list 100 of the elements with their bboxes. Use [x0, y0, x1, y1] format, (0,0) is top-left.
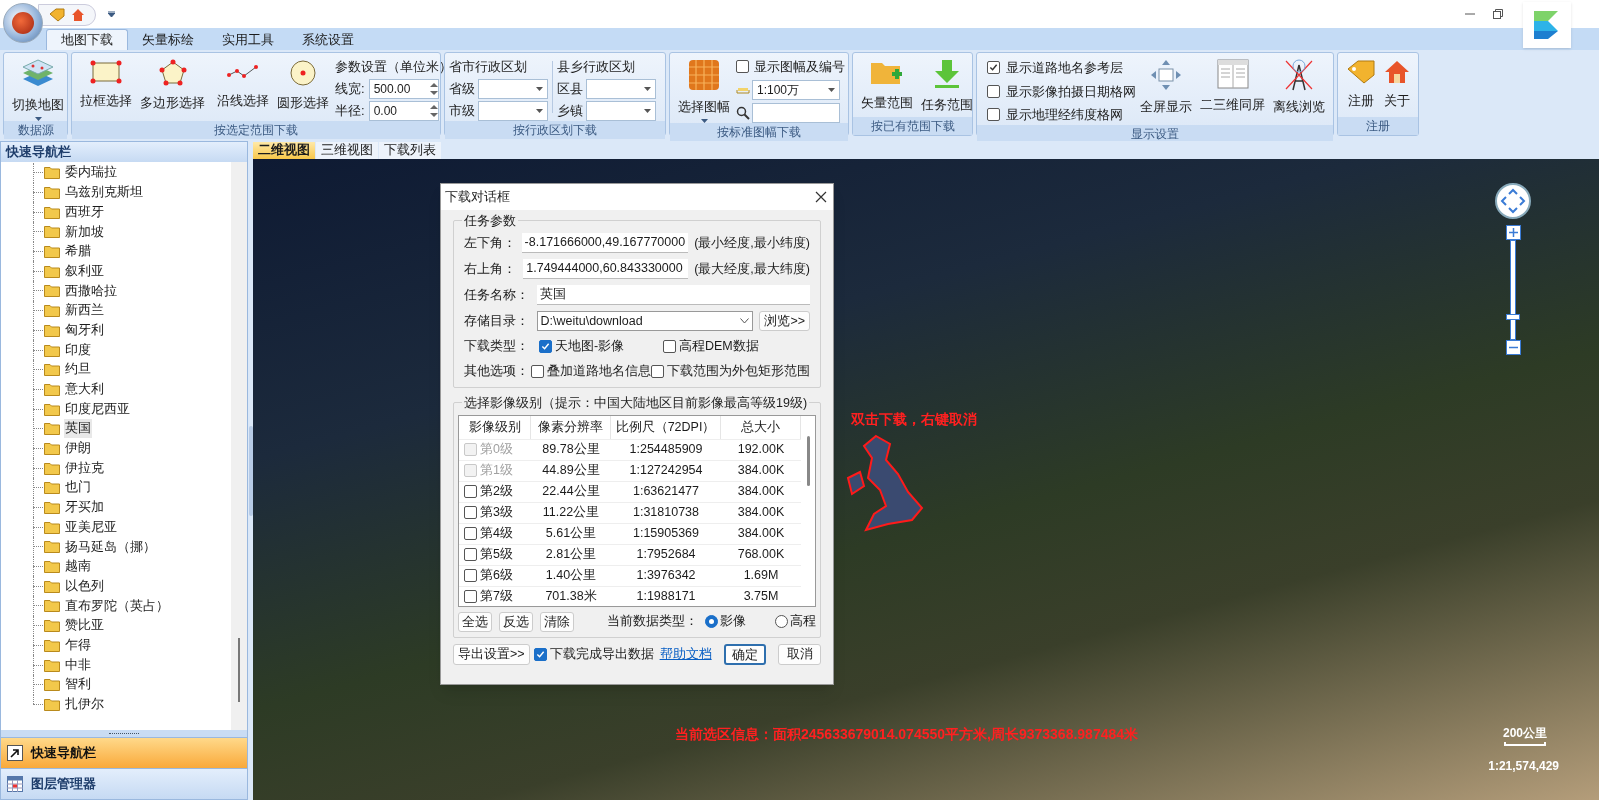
checkbox[interactable]: [531, 364, 544, 378]
spin-field[interactable]: 0.00: [368, 100, 439, 121]
search-field[interactable]: [752, 102, 840, 123]
checkbox[interactable]: [464, 485, 477, 498]
tree-item[interactable]: 西班牙: [64, 202, 105, 222]
tree-item[interactable]: 委内瑞拉: [64, 163, 118, 183]
column-header[interactable]: 总大小: [721, 415, 801, 439]
cancel-button[interactable]: 取消: [778, 643, 821, 665]
ribbon-tab[interactable]: 实用工具: [208, 29, 288, 50]
tree-item[interactable]: 中非: [64, 655, 92, 675]
home-icon[interactable]: [71, 8, 85, 22]
browse-button[interactable]: 浏览>>: [759, 311, 810, 331]
restore-icon[interactable]: [1493, 9, 1503, 19]
ribbon-button[interactable]: 全屏显示: [1136, 53, 1196, 125]
checkbox[interactable]: [533, 647, 547, 661]
tree-item[interactable]: 赞比亚: [64, 616, 105, 636]
checkbox[interactable]: [987, 61, 1000, 75]
directory-dropdown[interactable]: D:\weitu\download: [536, 311, 754, 331]
tree-item[interactable]: 以色列: [64, 576, 105, 596]
checkbox[interactable]: [464, 548, 477, 561]
tree-item[interactable]: 扬马延岛（挪）: [64, 537, 157, 557]
spin-field[interactable]: 500.00: [368, 78, 439, 99]
select-button[interactable]: 清除: [540, 611, 574, 632]
ribbon-button[interactable]: 多边形选择: [136, 53, 209, 121]
checkbox[interactable]: [464, 527, 477, 540]
dropdown-field[interactable]: [586, 78, 656, 99]
checkbox[interactable]: [736, 60, 749, 74]
help-link[interactable]: 帮助文档: [659, 644, 712, 664]
view-tab[interactable]: 二维视图: [253, 142, 315, 159]
ok-button[interactable]: 确定: [723, 643, 767, 665]
ribbon-button[interactable]: 沿线选择: [213, 53, 273, 121]
panel-button[interactable]: 快速导航栏: [1, 737, 247, 768]
select-button[interactable]: 全选: [458, 611, 492, 632]
ribbon-tab[interactable]: 地图下载: [46, 29, 128, 50]
task-name-field[interactable]: 英国: [537, 285, 810, 305]
ribbon-tab[interactable]: 系统设置: [288, 29, 368, 50]
view-tab[interactable]: 三维视图: [316, 142, 378, 159]
tree-item[interactable]: 乍得: [64, 635, 92, 655]
tree-item[interactable]: 匈牙利: [64, 320, 105, 340]
ribbon-button[interactable]: 离线浏览: [1269, 53, 1329, 125]
ribbon-button[interactable]: 切换地图: [8, 53, 68, 121]
checkbox[interactable]: [663, 339, 676, 353]
select-button[interactable]: 反选: [499, 611, 533, 632]
tree-item[interactable]: 叙利亚: [64, 261, 105, 281]
tree-item[interactable]: 智利: [64, 675, 92, 695]
tree-item[interactable]: 越南: [64, 557, 92, 576]
tree-item[interactable]: 伊拉克: [64, 458, 105, 478]
tree-item[interactable]: 牙买加: [64, 498, 105, 517]
ribbon-tab[interactable]: 矢量标绘: [128, 29, 208, 50]
tree-item[interactable]: 西撒哈拉: [64, 281, 118, 301]
dropdown-field[interactable]: [478, 78, 548, 99]
tree-item[interactable]: 也门: [64, 478, 92, 498]
pan-compass-icon[interactable]: [1495, 183, 1531, 219]
tree-item[interactable]: 亚美尼亚: [64, 517, 118, 537]
ribbon-button[interactable]: 矢量范围: [857, 53, 917, 117]
coordinate-field[interactable]: 1.749444000,60.843330000: [523, 259, 689, 279]
zoom-out-button[interactable]: [1505, 340, 1521, 355]
ribbon-button[interactable]: 选择图幅: [674, 53, 734, 123]
ribbon-button[interactable]: 注册: [1342, 53, 1380, 117]
tree-item[interactable]: 新西兰: [64, 301, 105, 321]
close-icon[interactable]: [815, 191, 827, 203]
tree-item[interactable]: 扎伊尔: [64, 695, 105, 714]
ribbon-button[interactable]: 二三维同屏: [1196, 53, 1269, 125]
tree-item[interactable]: 印度: [64, 340, 92, 360]
checkbox[interactable]: [464, 569, 477, 582]
ribbon-button[interactable]: 任务范围: [917, 53, 977, 117]
export-settings-button[interactable]: 导出设置>>: [453, 643, 530, 665]
checkbox[interactable]: [539, 339, 552, 353]
tree-item[interactable]: 新加坡: [64, 222, 105, 242]
ribbon-button[interactable]: 关于: [1380, 53, 1414, 117]
radio-button[interactable]: [775, 615, 788, 628]
checkbox[interactable]: [464, 590, 477, 603]
tree-item[interactable]: 英国: [64, 419, 92, 439]
tree-item[interactable]: 希腊: [64, 242, 92, 261]
scrollbar[interactable]: [231, 162, 247, 730]
ribbon-button[interactable]: 圆形选择: [273, 53, 333, 121]
tree-item[interactable]: 印度尼西亚: [64, 399, 131, 419]
column-header[interactable]: 影像级别: [459, 415, 531, 439]
scale-dropdown[interactable]: 1:100万: [752, 79, 840, 100]
zoom-in-button[interactable]: [1505, 225, 1521, 240]
tree-item[interactable]: 约旦: [64, 360, 92, 380]
checkbox[interactable]: [651, 364, 664, 378]
tree-item[interactable]: 直布罗陀（英占）: [64, 596, 170, 616]
checkbox[interactable]: [987, 84, 1000, 98]
zoom-slider-thumb[interactable]: [1506, 314, 1520, 321]
column-header[interactable]: 像素分辨率: [531, 415, 611, 439]
panel-button[interactable]: 图层管理器: [1, 768, 247, 799]
tag-icon[interactable]: [49, 8, 65, 22]
radio-button[interactable]: [705, 615, 718, 628]
dropdown-arrow-icon[interactable]: [108, 11, 115, 17]
column-header[interactable]: 比例尺（72DPI）: [611, 415, 721, 439]
coordinate-field[interactable]: -8.171666000,49.167770000: [521, 233, 689, 253]
tree-item[interactable]: 意大利: [64, 380, 105, 399]
view-tab[interactable]: 下载列表: [379, 142, 441, 159]
tree-item[interactable]: 伊朗: [64, 439, 92, 458]
checkbox[interactable]: [987, 108, 1000, 122]
ribbon-button[interactable]: 拉框选择: [76, 53, 136, 121]
checkbox[interactable]: [464, 506, 477, 519]
dropdown-field[interactable]: [478, 100, 548, 121]
tree-item[interactable]: 乌兹别克斯坦: [64, 183, 144, 202]
